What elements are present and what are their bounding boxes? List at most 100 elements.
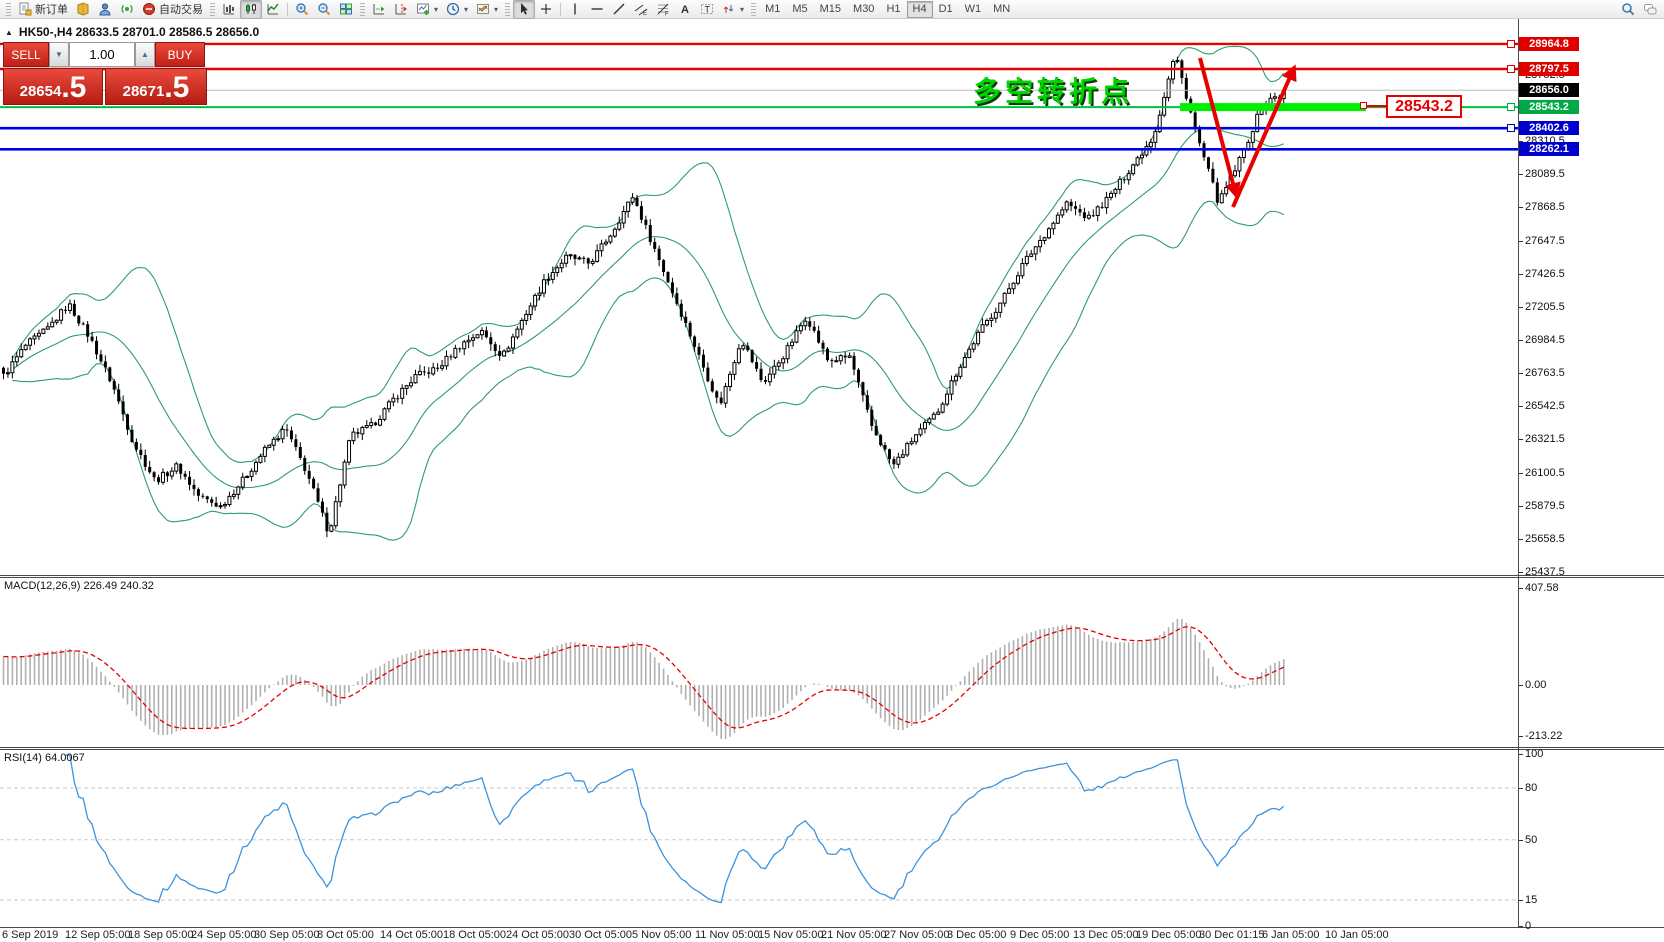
buy-price-pips: .5 (164, 74, 189, 102)
buy-button[interactable]: BUY (155, 42, 205, 67)
chevron-down-icon: ▾ (740, 5, 744, 14)
vline-icon (568, 2, 582, 16)
arrows-button[interactable]: ▾ (718, 0, 748, 19)
timeframe-d1[interactable]: D1 (933, 1, 959, 18)
time-tick-label: 15 Nov 05:00 (758, 929, 823, 941)
indicators-button[interactable]: ▾ (412, 0, 442, 19)
buy-price-main: 28671 (123, 82, 165, 102)
level-end-marker[interactable] (1507, 65, 1515, 73)
bar-chart-button[interactable] (218, 0, 240, 19)
trendline-button[interactable] (608, 0, 630, 19)
timeframe-mn[interactable]: MN (987, 1, 1016, 18)
level-end-marker[interactable] (1507, 40, 1515, 48)
clock-icon (446, 2, 460, 16)
volume-input[interactable] (69, 42, 135, 67)
profile-button[interactable] (94, 0, 116, 19)
equidistant-channel-button[interactable]: E (630, 0, 652, 19)
level-end-marker[interactable] (1507, 103, 1515, 111)
horizontal-line-button[interactable] (586, 0, 608, 19)
signal-icon (120, 2, 134, 16)
text-button[interactable]: A (674, 0, 696, 19)
volume-decrease-button[interactable]: ▼ (49, 42, 69, 67)
price-tick-label: 26100.5 (1525, 467, 1565, 479)
main-price-chart[interactable] (0, 19, 1518, 575)
panel-divider (0, 749, 1664, 750)
timeframe-h1[interactable]: H1 (880, 1, 906, 18)
macd-panel[interactable] (0, 578, 1518, 747)
toolbar: 新订单自动交易▾▾▾EFAT▾M1M5M15M30H1H4D1W1MN (0, 0, 1664, 19)
text-label-button[interactable]: T (696, 0, 718, 19)
toolbar-grip (751, 3, 756, 16)
time-tick-label: 3 Dec 05:00 (947, 929, 1006, 941)
macd-axis-label: -213.22 (1525, 730, 1562, 742)
rsi-panel[interactable] (0, 750, 1518, 926)
macd-axis-label: 407.58 (1525, 582, 1559, 594)
rsi-axis-label: 80 (1525, 782, 1537, 794)
autotrade-icon (142, 2, 156, 16)
periods-button[interactable]: ▾ (442, 0, 472, 19)
support-highlight-bar[interactable] (1180, 103, 1366, 111)
macd-axis-label: 0.00 (1525, 679, 1546, 691)
cursor-icon (517, 2, 531, 16)
zoom-out-button[interactable] (313, 0, 335, 19)
toolbar-grip (505, 3, 510, 16)
price-tick-label: 27426.5 (1525, 268, 1565, 280)
book-icon (76, 2, 90, 16)
sell-button[interactable]: SELL (3, 42, 49, 67)
price-callout-label[interactable]: 28543.2 (1386, 95, 1462, 118)
rsi-axis-label: 0 (1525, 920, 1531, 932)
crosshair-button[interactable] (535, 0, 557, 19)
macd-histogram (4, 619, 1284, 739)
sell-price-display[interactable]: 28654.5 (3, 68, 103, 105)
price-tick-label: 27868.5 (1525, 201, 1565, 213)
market-watch-button[interactable] (72, 0, 94, 19)
auto-scroll-button[interactable] (368, 0, 390, 19)
time-tick-label: 6 Jan 05:00 (1262, 929, 1320, 941)
price-tick-label: 25879.5 (1525, 500, 1565, 512)
timeframe-m15[interactable]: M15 (814, 1, 847, 18)
chart-shift-button[interactable] (390, 0, 412, 19)
line-chart-icon (266, 2, 280, 16)
time-tick-label: 30 Oct 05:00 (569, 929, 632, 941)
text-icon: A (678, 2, 692, 16)
bollinger-lower-band (12, 201, 1283, 540)
candle-chart-button[interactable] (240, 0, 262, 19)
templates-button[interactable]: ▾ (472, 0, 502, 19)
fibonacci-button[interactable]: F (652, 0, 674, 19)
line-chart-button[interactable] (262, 0, 284, 19)
time-tick-label: 9 Dec 05:00 (1010, 929, 1069, 941)
timeframe-m5[interactable]: M5 (786, 1, 813, 18)
price-badge: 28543.2 (1519, 100, 1579, 114)
svg-text:E: E (643, 11, 647, 16)
panel-divider[interactable] (0, 575, 1664, 576)
new-order-button[interactable]: 新订单 (14, 0, 72, 19)
toolbar-separator (560, 3, 561, 16)
price-tick-label: 27647.5 (1525, 235, 1565, 247)
toolbar-separator (287, 3, 288, 16)
vertical-line-button[interactable] (564, 0, 586, 19)
signals-button[interactable] (116, 0, 138, 19)
timeframe-h4[interactable]: H4 (907, 1, 933, 18)
timeframe-m1[interactable]: M1 (759, 1, 786, 18)
price-tick-label: 26321.5 (1525, 433, 1565, 445)
timeframe-w1[interactable]: W1 (959, 1, 988, 18)
tile-windows-button[interactable] (335, 0, 357, 19)
search-button[interactable] (1617, 0, 1639, 19)
chart-title: ▲ HK50-,H4 28633.5 28701.0 28586.5 28656… (5, 25, 259, 39)
panel-divider[interactable] (0, 747, 1664, 748)
buy-price-display[interactable]: 28671.5 (105, 68, 207, 105)
toolbar-grip (210, 3, 215, 16)
timeframe-m30[interactable]: M30 (847, 1, 880, 18)
collapse-icon[interactable]: ▲ (5, 28, 13, 37)
level-end-marker[interactable] (1507, 124, 1515, 132)
up-arrow-drawing[interactable] (1233, 68, 1294, 207)
rsi-indicator-label: RSI(14) 64.0067 (4, 752, 85, 764)
zoom-in-button[interactable] (291, 0, 313, 19)
chat-button[interactable] (1639, 0, 1661, 19)
time-tick-label: 10 Jan 05:00 (1325, 929, 1389, 941)
cursor-button[interactable] (513, 0, 535, 19)
tile-windows-icon (339, 2, 353, 16)
down-arrow-drawing[interactable] (1200, 58, 1236, 195)
volume-increase-button[interactable]: ▲ (135, 42, 155, 67)
auto-trading-button[interactable]: 自动交易 (138, 0, 207, 19)
